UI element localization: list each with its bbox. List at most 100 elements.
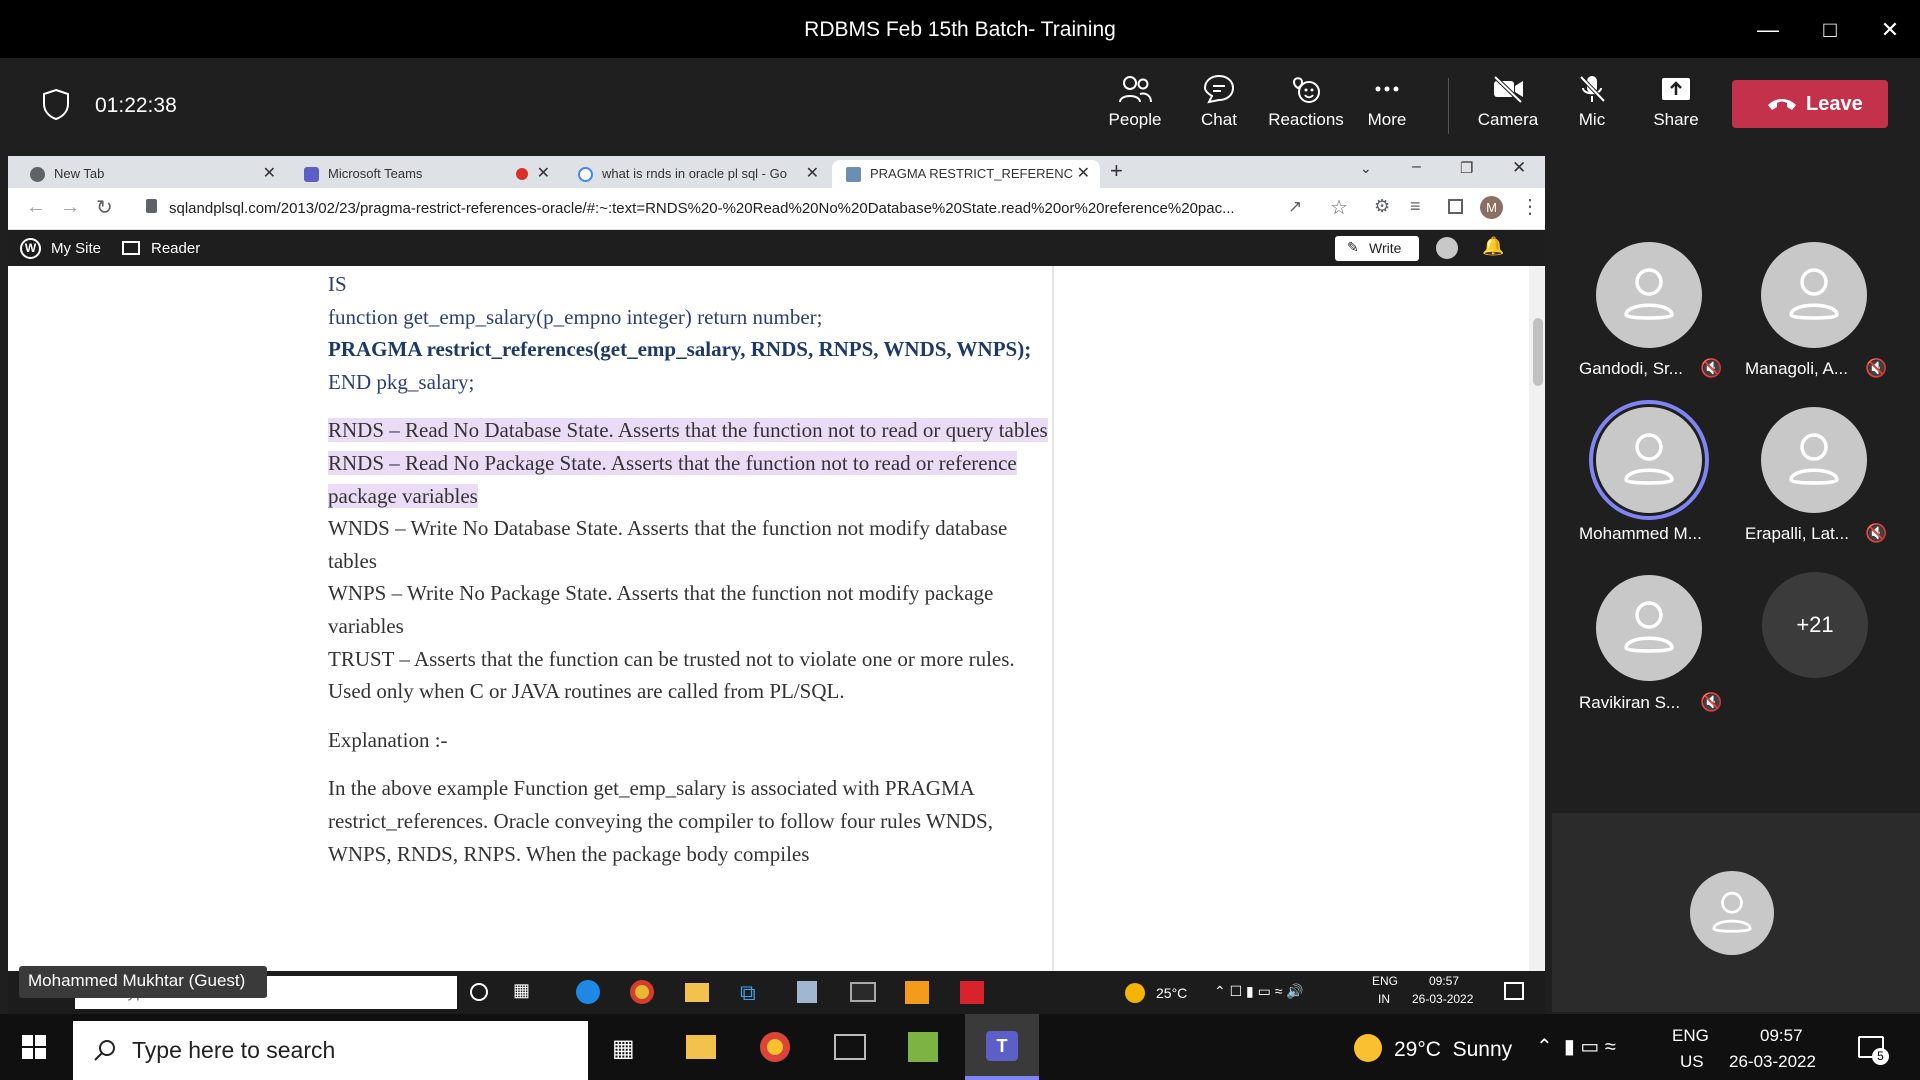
self-avatar <box>1690 871 1774 955</box>
camera-button[interactable]: Camera <box>1465 74 1551 140</box>
teams-taskbar-button[interactable]: T <box>965 1014 1039 1080</box>
forward-icon[interactable]: → <box>60 196 80 219</box>
terminal-icon[interactable] <box>850 982 876 1002</box>
participant-avatar[interactable] <box>1596 407 1702 513</box>
meeting-timer: 01:22:38 <box>95 94 177 117</box>
more-button[interactable]: More <box>1344 74 1430 140</box>
reload-icon[interactable]: ↻ <box>96 195 113 220</box>
person-icon <box>1789 433 1839 485</box>
reading-list-icon[interactable]: ≡ <box>1410 196 1421 217</box>
sun-icon <box>1125 983 1145 1003</box>
rule-wnps: WNPS – Write No Package State. Asserts t… <box>328 581 994 638</box>
article-page: IS function get_emp_salary(p_empno integ… <box>8 266 1545 971</box>
app-icon[interactable] <box>797 981 817 1003</box>
bookmark-star-icon[interactable]: ☆ <box>1330 195 1348 220</box>
side-panel-icon[interactable] <box>1448 199 1463 214</box>
tab-close-icon[interactable]: ✕ <box>801 160 819 188</box>
browser-restore-icon[interactable]: ❐ <box>1460 159 1473 177</box>
participant-avatar[interactable] <box>1596 575 1702 681</box>
tab-google-search[interactable]: what is rnds in oracle pl sql - Go ✕ <box>564 160 829 188</box>
participant-avatar[interactable] <box>1761 407 1867 513</box>
shared-notification-icon[interactable] <box>1504 982 1524 1000</box>
code-line: IS <box>328 272 347 296</box>
weather-sun-icon <box>1354 1034 1382 1062</box>
maximize-icon[interactable]: □ <box>1810 10 1850 50</box>
article-body: IS function get_emp_salary(p_empno integ… <box>328 268 1048 870</box>
shield-icon[interactable] <box>42 88 70 120</box>
explanation-heading: Explanation :- <box>328 727 448 752</box>
tray-icons[interactable]: ⌃ ▮ ▭ ≈ <box>1536 1034 1616 1059</box>
more-label: More <box>1367 110 1407 129</box>
shared-tray-icons[interactable]: ⌃ ☐ ▮ ▭ ≈ 🔊 <box>1214 983 1304 1000</box>
more-participants-button[interactable]: +21 <box>1762 572 1868 678</box>
file-explorer-icon[interactable] <box>685 983 709 1002</box>
browser-menu-icon[interactable]: ⋮ <box>1520 194 1540 219</box>
chrome-app-icon[interactable] <box>630 980 654 1004</box>
chrome-taskbar-icon[interactable] <box>760 1032 790 1062</box>
reader-icon <box>122 241 140 255</box>
share-page-icon[interactable]: ↗ <box>1288 197 1302 217</box>
task-view-icon[interactable]: ▦ <box>513 980 530 1001</box>
pdf-reader-icon[interactable] <box>960 981 984 1004</box>
toolbar-divider <box>1448 78 1449 134</box>
shared-clock-date: 26-03-2022 <box>1412 992 1474 1006</box>
tab-search-chevron-icon[interactable]: ⌄ <box>1360 160 1372 177</box>
leave-button[interactable]: Leave <box>1732 80 1888 128</box>
reactions-button[interactable]: Reactions <box>1260 74 1352 140</box>
person-icon <box>1624 601 1674 653</box>
tab-close-icon[interactable]: ✕ <box>1072 160 1090 188</box>
mic-button[interactable]: Mic <box>1549 74 1635 140</box>
code-line: function get_emp_salary(p_empno integer)… <box>328 304 823 329</box>
windows-start-icon[interactable] <box>22 1035 46 1059</box>
sublime-icon[interactable] <box>905 981 929 1004</box>
participant-avatar[interactable] <box>1596 242 1702 348</box>
browser-close-icon[interactable]: ✕ <box>1512 158 1526 178</box>
chat-button[interactable]: Chat <box>1176 74 1262 140</box>
back-icon[interactable]: ← <box>26 196 46 219</box>
taskbar-lang1: ENG <box>1672 1026 1709 1045</box>
people-label: People <box>1108 110 1162 129</box>
new-tab-icon[interactable]: + <box>1110 158 1123 184</box>
task-view-icon[interactable]: ▦ <box>612 1034 635 1063</box>
tab-close-icon[interactable]: ✕ <box>537 160 550 188</box>
taskbar-search-box[interactable]: Type here to search <box>73 1021 588 1080</box>
taskbar-weather[interactable]: 29°C Sunny <box>1394 1038 1512 1062</box>
extensions-icon[interactable]: ⚙ <box>1374 196 1390 217</box>
teams-taskbar-icon: T <box>986 1031 1018 1061</box>
edge-icon[interactable] <box>576 980 600 1004</box>
people-button[interactable]: People <box>1092 74 1178 140</box>
cortana-icon[interactable] <box>470 983 488 1001</box>
participant-avatar[interactable] <box>1761 242 1867 348</box>
address-bar-row: ← → ↻ sqlandplsql.com/2013/02/23/pragma-… <box>8 188 1545 230</box>
self-view-tile <box>1552 813 1920 1012</box>
person-icon <box>1624 433 1674 485</box>
notifications-bell-icon[interactable]: 🔔 <box>1482 236 1504 257</box>
file-explorer-icon[interactable] <box>686 1035 716 1059</box>
page-scrollbar[interactable] <box>1529 266 1545 971</box>
tab-pragma-active[interactable]: PRAGMA RESTRICT_REFERENCES ✕ <box>832 160 1100 188</box>
url-text[interactable]: sqlandplsql.com/2013/02/23/pragma-restri… <box>169 200 1235 217</box>
vscode-icon[interactable]: ⧉ <box>740 980 756 1006</box>
windows-taskbar: Type here to search ▦ T 29°C Sunny ⌃ ▮ ▭… <box>0 1014 1920 1080</box>
code-line-pragma: PRAGMA restrict_references(get_emp_salar… <box>328 337 1032 362</box>
mic-off-icon <box>1579 75 1606 103</box>
browser-minimize-icon[interactable]: – <box>1412 158 1421 176</box>
code-line: END pkg_salary; <box>328 369 475 394</box>
reader-link[interactable]: Reader <box>151 240 200 257</box>
notepad-taskbar-icon[interactable] <box>908 1032 938 1062</box>
terminal-taskbar-icon[interactable] <box>834 1034 866 1060</box>
minimize-icon[interactable]: — <box>1748 10 1788 50</box>
wp-avatar[interactable] <box>1436 237 1458 259</box>
share-button[interactable]: Share <box>1633 74 1719 140</box>
wordpress-icon[interactable]: W <box>20 238 41 259</box>
write-button[interactable]: ✎ Write <box>1335 236 1419 261</box>
close-icon[interactable]: ✕ <box>1870 10 1910 50</box>
tab-microsoft-teams[interactable]: Microsoft Teams ✕ <box>290 160 560 188</box>
profile-avatar[interactable]: M <box>1480 196 1503 219</box>
scrollbar-thumb[interactable] <box>1533 318 1543 386</box>
tab-close-icon[interactable]: ✕ <box>263 160 276 188</box>
my-site-link[interactable]: My Site <box>51 240 101 257</box>
shared-clock-time: 09:57 <box>1429 974 1460 988</box>
phone-hangup-icon <box>1768 99 1796 110</box>
tab-new-tab[interactable]: New Tab ✕ <box>16 160 286 188</box>
